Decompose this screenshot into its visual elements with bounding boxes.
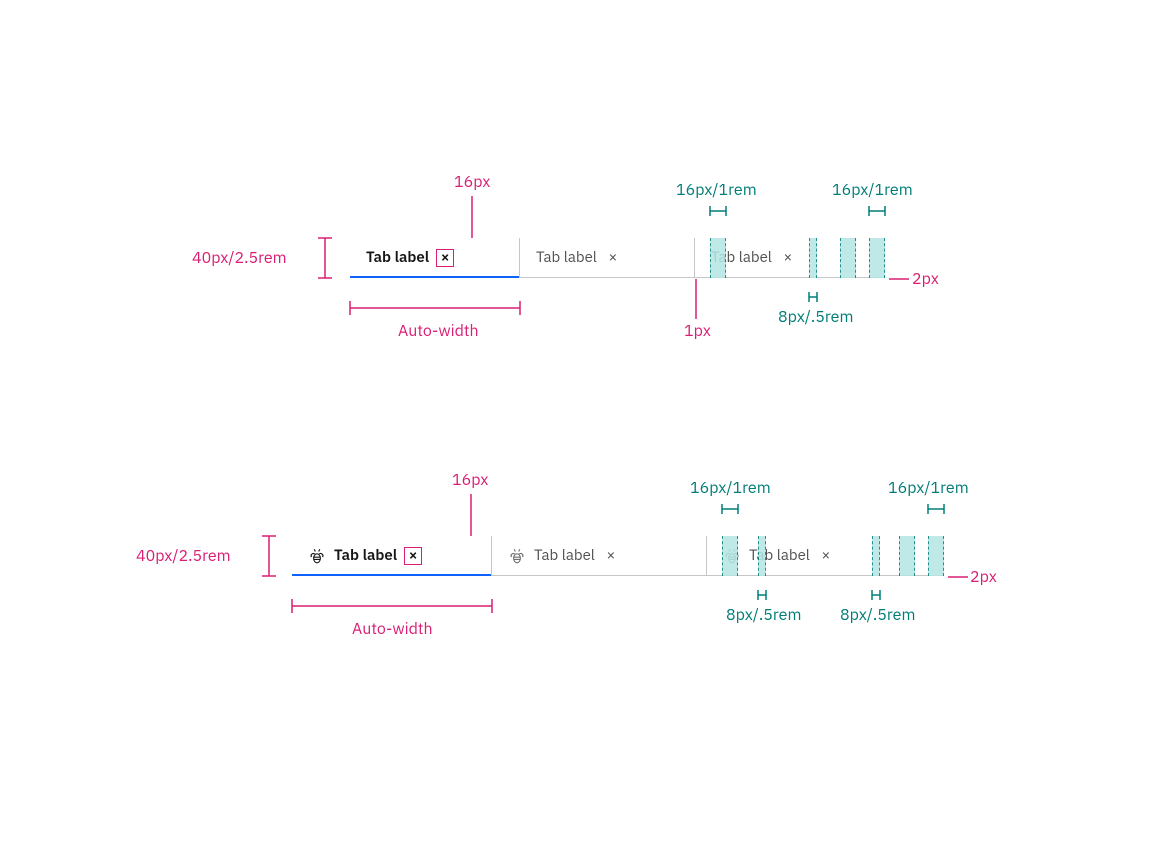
close-icon[interactable]: × bbox=[603, 548, 619, 564]
icon-size-label: 16px bbox=[454, 172, 490, 192]
gap-8-label: 8px/.5rem bbox=[840, 605, 915, 625]
padding-highlight bbox=[869, 238, 885, 278]
bee-icon bbox=[308, 547, 326, 565]
underline-label: 2px bbox=[970, 567, 997, 587]
padding-16-label: 16px/1rem bbox=[832, 180, 913, 200]
auto-width-label: Auto-width bbox=[398, 321, 479, 341]
padding-highlight bbox=[809, 238, 817, 278]
auto-width-bracket bbox=[292, 598, 492, 614]
tabs-example-2: Tab label × Tab label × Tab label × bbox=[292, 536, 944, 576]
tabs-example-1: Tab label × Tab label × Tab label × bbox=[350, 238, 885, 278]
gap-8-bracket bbox=[758, 589, 766, 601]
height-bracket bbox=[258, 536, 280, 576]
divider-leader bbox=[695, 279, 697, 319]
padding-16-bracket bbox=[928, 503, 944, 515]
tab-label: Tab label bbox=[536, 248, 597, 267]
padding-16-bracket bbox=[722, 503, 738, 515]
close-icon[interactable]: × bbox=[605, 250, 621, 266]
padding-16-label: 16px/1rem bbox=[676, 180, 757, 200]
padding-16-label: 16px/1rem bbox=[888, 478, 969, 498]
padding-16-bracket bbox=[710, 205, 726, 217]
padding-highlight bbox=[710, 238, 726, 278]
icon-size-label: 16px bbox=[452, 470, 488, 490]
padding-highlight bbox=[840, 238, 856, 278]
tab-label: Tab label bbox=[366, 248, 429, 267]
padding-highlight bbox=[758, 536, 766, 576]
close-icon[interactable]: × bbox=[780, 250, 796, 266]
padding-highlight bbox=[899, 536, 915, 576]
padding-highlight bbox=[872, 536, 880, 576]
padding-highlight bbox=[722, 536, 738, 576]
spec-diagram: Tab label × Tab label × Tab label × 40px… bbox=[0, 0, 1152, 864]
icon-size-leader bbox=[471, 196, 473, 238]
divider-label: 1px bbox=[684, 321, 711, 341]
bee-icon bbox=[508, 547, 526, 565]
close-icon[interactable]: × bbox=[818, 548, 834, 564]
close-icon[interactable]: × bbox=[437, 250, 453, 266]
gap-8-label: 8px/.5rem bbox=[726, 605, 801, 625]
tab-item[interactable]: Tab label × bbox=[520, 238, 695, 277]
gap-8-bracket bbox=[872, 589, 880, 601]
tab-item[interactable]: Tab label × bbox=[350, 238, 520, 277]
tab-label: Tab label bbox=[334, 546, 397, 565]
icon-size-leader bbox=[470, 494, 472, 536]
auto-width-label: Auto-width bbox=[352, 619, 433, 639]
auto-width-bracket bbox=[350, 300, 520, 316]
underline-label: 2px bbox=[912, 269, 939, 289]
tab-item[interactable]: Tab label × bbox=[492, 536, 707, 575]
height-label: 40px/2.5rem bbox=[192, 248, 287, 268]
gap-8-label: 8px/.5rem bbox=[778, 307, 853, 327]
tab-item[interactable]: Tab label × bbox=[292, 536, 492, 575]
height-bracket bbox=[314, 238, 336, 278]
tab-item[interactable]: Tab label × bbox=[707, 536, 922, 575]
underline-leader bbox=[889, 278, 909, 280]
tab-label: Tab label bbox=[534, 546, 595, 565]
padding-16-label: 16px/1rem bbox=[690, 478, 771, 498]
close-icon[interactable]: × bbox=[405, 548, 421, 564]
padding-16-bracket bbox=[869, 205, 885, 217]
height-label: 40px/2.5rem bbox=[136, 546, 231, 566]
padding-highlight bbox=[928, 536, 944, 576]
underline-leader bbox=[948, 576, 968, 578]
gap-8-bracket bbox=[809, 291, 817, 303]
